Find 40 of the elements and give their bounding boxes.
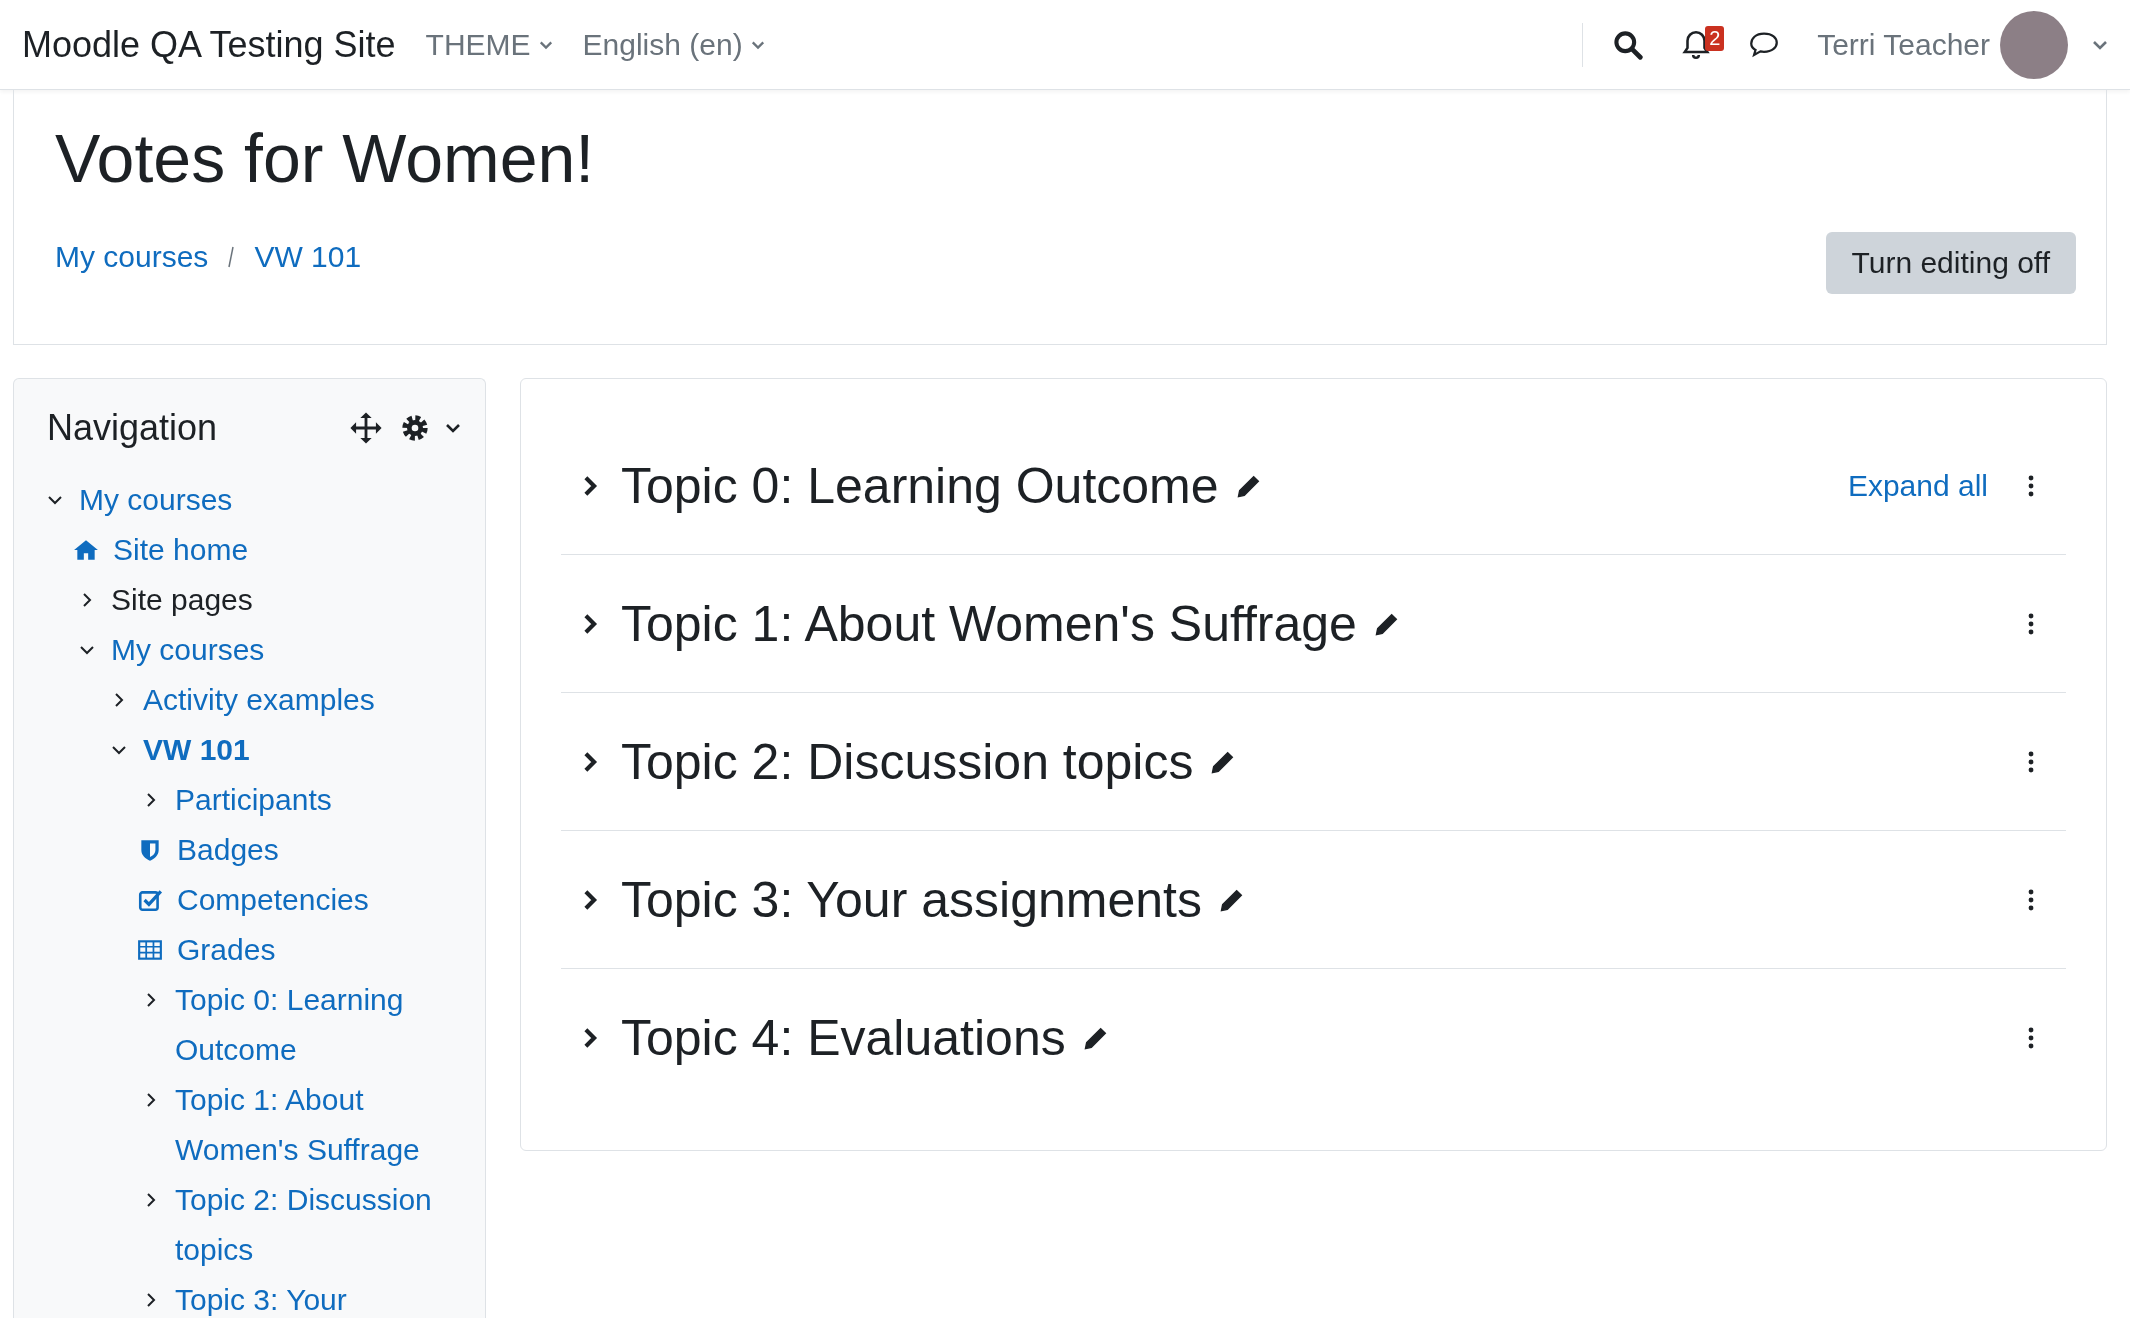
nav-link[interactable]: VW 101: [143, 725, 461, 775]
nav-link[interactable]: Badges: [177, 825, 461, 875]
menu-dropdown[interactable]: THEME: [425, 27, 553, 62]
nav-link[interactable]: Activity examples: [143, 675, 461, 725]
nav-link[interactable]: Topic 0: Learning Outcome: [175, 975, 461, 1075]
section-title[interactable]: Topic 0: Learning Outcome: [621, 456, 1219, 515]
nav-link[interactable]: Topic 1: About Women's Suffrage: [175, 1075, 461, 1175]
nav-link[interactable]: Competencies: [177, 875, 461, 925]
search-icon[interactable]: [1613, 29, 1644, 60]
nav-link[interactable]: Grades: [177, 925, 461, 975]
nav-link[interactable]: My courses: [79, 475, 461, 525]
nav-link[interactable]: Topic 3: Your: [175, 1275, 461, 1318]
table-icon: [137, 937, 163, 963]
section-title[interactable]: Topic 3: Your assignments: [621, 870, 1202, 929]
checkbox-icon: [137, 887, 163, 913]
site-name[interactable]: Moodle QA Testing Site: [22, 23, 396, 66]
nav-item[interactable]: Site pages: [111, 575, 461, 625]
breadcrumb-link[interactable]: My courses: [55, 239, 209, 274]
move-icon[interactable]: [349, 411, 383, 445]
section-title[interactable]: Topic 4: Evaluations: [621, 1008, 1066, 1067]
notification-count: 2: [1705, 25, 1725, 51]
kebab-menu-icon[interactable]: [2028, 1026, 2034, 1049]
kebab-menu-icon[interactable]: [2028, 474, 2034, 497]
kebab-menu-icon[interactable]: [2028, 750, 2034, 773]
expand-all-link[interactable]: Expand all: [1847, 468, 1988, 503]
page-title: Votes for Women!: [55, 119, 596, 198]
nav-link[interactable]: My courses: [111, 625, 461, 675]
kebab-menu-icon[interactable]: [2028, 888, 2034, 911]
section-title[interactable]: Topic 1: About Women's Suffrage: [621, 594, 1357, 653]
nav-link[interactable]: Site home: [113, 525, 461, 575]
user-name[interactable]: Terri Teacher: [1817, 27, 1990, 62]
section-title[interactable]: Topic 2: Discussion topics: [621, 732, 1194, 791]
block-title: Navigation: [47, 407, 219, 449]
kebab-menu-icon[interactable]: [2028, 612, 2034, 635]
nav-link[interactable]: Participants: [175, 775, 461, 825]
gear-icon[interactable]: [399, 412, 431, 444]
turn-editing-off-button[interactable]: Turn editing off: [1825, 232, 2076, 294]
breadcrumb-link[interactable]: VW 101: [254, 239, 362, 274]
menu-dropdown[interactable]: English (en): [582, 27, 765, 62]
nav-link[interactable]: Topic 2: Discussion topics: [175, 1175, 461, 1275]
